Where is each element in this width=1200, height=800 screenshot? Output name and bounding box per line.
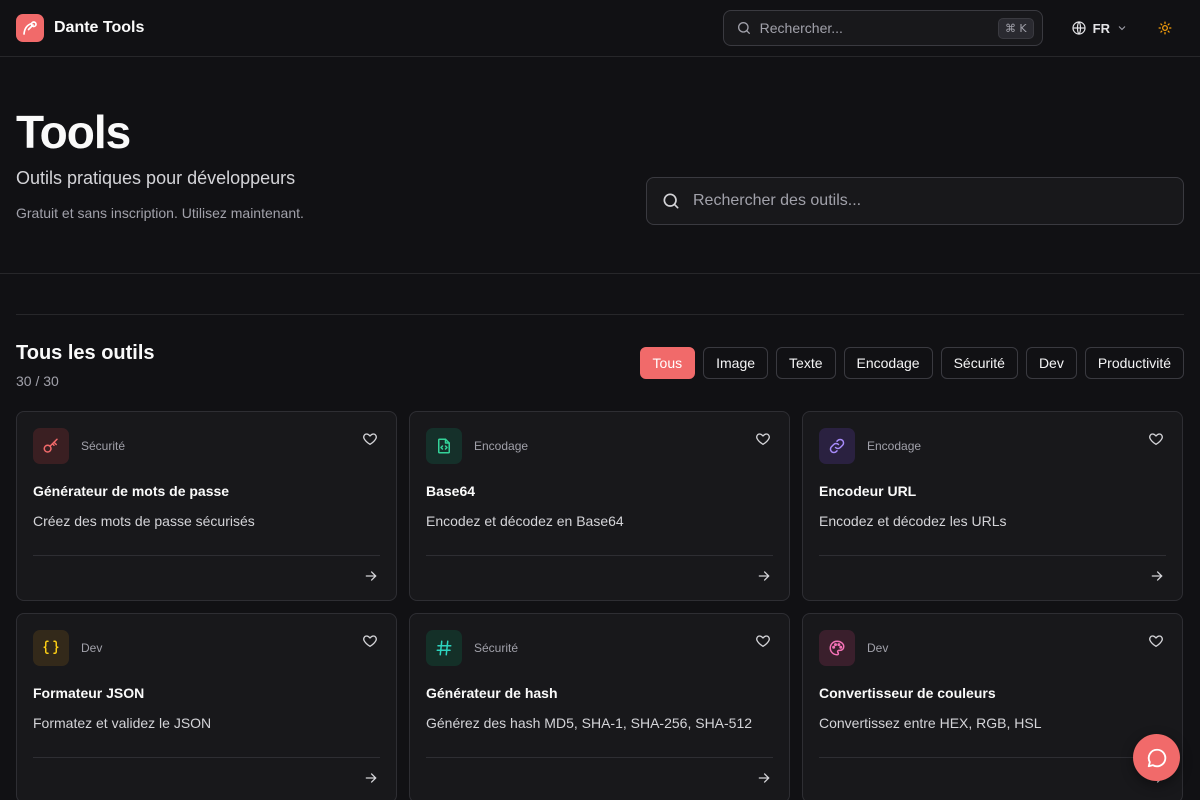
section-title: Tous les outils — [16, 342, 155, 364]
nav-actions: Rechercher... ⌘ K FR — [722, 10, 1184, 46]
tool-title: Générateur de mots de passe — [33, 483, 230, 499]
language-label: FR — [1092, 20, 1110, 36]
logo-icon — [16, 14, 44, 42]
heart-icon[interactable] — [1148, 431, 1164, 447]
page-subtitle: Outils pratiques pour développeurs — [16, 168, 296, 188]
tool-category: Dev — [867, 641, 889, 655]
tool-category: Sécurité — [81, 439, 126, 453]
filter-encoding[interactable]: Encodage — [843, 347, 933, 379]
tool-search — [646, 177, 1184, 225]
card-divider — [819, 757, 1166, 758]
tool-category: Encodage — [474, 439, 529, 453]
heart-icon[interactable] — [755, 633, 771, 649]
search-icon — [663, 193, 679, 209]
card-divider — [426, 555, 773, 556]
category-filters: Tous Image Texte Encodage Sécurité Dev P… — [639, 347, 1184, 379]
tool-title: Base64 — [426, 483, 476, 499]
tool-card-json-formatter[interactable]: Dev Formateur JSON Formatez et validez l… — [16, 613, 397, 800]
hash-icon — [426, 630, 462, 666]
filter-productivity[interactable]: Productivité — [1084, 347, 1184, 379]
heart-icon[interactable] — [1148, 633, 1164, 649]
page-title: Tools — [16, 106, 131, 158]
tool-card-color-converter[interactable]: Dev Convertisseur de couleurs Convertiss… — [802, 613, 1183, 800]
filter-image[interactable]: Image — [703, 347, 769, 379]
heart-icon[interactable] — [362, 431, 378, 447]
link-icon — [819, 428, 855, 464]
top-nav: Dante Tools Rechercher... ⌘ K FR — [0, 0, 1200, 57]
sun-icon — [1158, 21, 1172, 35]
heart-icon[interactable] — [755, 431, 771, 447]
tool-category: Dev — [81, 641, 103, 655]
page-note: Gratuit et sans inscription. Utilisez ma… — [16, 205, 304, 221]
chevron-down-icon — [1118, 26, 1126, 31]
tool-description: Encodez et décodez les URLs — [819, 513, 1007, 529]
tool-description: Encodez et décodez en Base64 — [426, 513, 624, 529]
arrow-right-icon[interactable] — [1150, 569, 1164, 583]
tool-card-url-encoder[interactable]: Encodage Encodeur URL Encodez et décodez… — [802, 411, 1183, 601]
search-icon — [737, 22, 750, 34]
file-code-icon — [426, 428, 462, 464]
arrow-right-icon[interactable] — [757, 771, 771, 785]
tools-grid: Sécurité Générateur de mots de passe Cré… — [16, 411, 1183, 800]
heart-icon[interactable] — [362, 633, 378, 649]
tool-card-base64[interactable]: Encodage Base64 Encodez et décodez en Ba… — [409, 411, 790, 601]
tool-description: Générez des hash MD5, SHA-1, SHA-256, SH… — [426, 715, 753, 731]
filter-all[interactable]: Tous — [639, 347, 696, 379]
tool-title: Générateur de hash — [426, 685, 558, 701]
chat-button[interactable] — [1133, 734, 1180, 781]
tool-description: Convertissez entre HEX, RGB, HSL — [819, 715, 1042, 731]
arrow-right-icon[interactable] — [364, 771, 378, 785]
tool-card-password-generator[interactable]: Sécurité Générateur de mots de passe Cré… — [16, 411, 397, 601]
brand-name: Dante Tools — [54, 19, 145, 36]
brand[interactable]: Dante Tools — [16, 14, 144, 42]
filter-dev[interactable]: Dev — [1025, 347, 1077, 379]
card-divider — [33, 555, 380, 556]
filter-security[interactable]: Sécurité — [940, 347, 1018, 379]
global-search-placeholder: Rechercher... — [759, 20, 843, 36]
arrow-right-icon[interactable] — [757, 569, 771, 583]
braces-icon — [33, 630, 69, 666]
chat-bubble-icon — [1147, 748, 1166, 767]
arrow-right-icon[interactable] — [364, 569, 378, 583]
card-divider — [426, 757, 773, 758]
tool-title: Formateur JSON — [33, 685, 145, 701]
card-divider — [819, 555, 1166, 556]
theme-toggle[interactable] — [1156, 19, 1174, 37]
section-divider — [16, 314, 1184, 315]
language-selector[interactable]: FR — [1071, 20, 1128, 36]
tool-search-input[interactable] — [693, 192, 1169, 210]
global-search[interactable]: Rechercher... ⌘ K — [722, 10, 1043, 46]
tool-category: Encodage — [867, 439, 922, 453]
tool-title: Encodeur URL — [819, 483, 917, 499]
tool-description: Créez des mots de passe sécurisés — [33, 513, 255, 529]
tool-description: Formatez et validez le JSON — [33, 715, 212, 731]
search-shortcut-badge: ⌘ K — [997, 17, 1034, 39]
palette-icon — [819, 630, 855, 666]
tool-count: 30 / 30 — [16, 373, 59, 389]
filter-text[interactable]: Texte — [776, 347, 836, 379]
key-icon — [33, 428, 69, 464]
tool-category: Sécurité — [474, 641, 519, 655]
tool-title: Convertisseur de couleurs — [819, 685, 996, 701]
tool-card-hash-generator[interactable]: Sécurité Générateur de hash Générez des … — [409, 613, 790, 800]
hero: Tools Outils pratiques pour développeurs… — [0, 57, 1200, 274]
globe-icon — [1072, 21, 1086, 35]
card-divider — [33, 757, 380, 758]
